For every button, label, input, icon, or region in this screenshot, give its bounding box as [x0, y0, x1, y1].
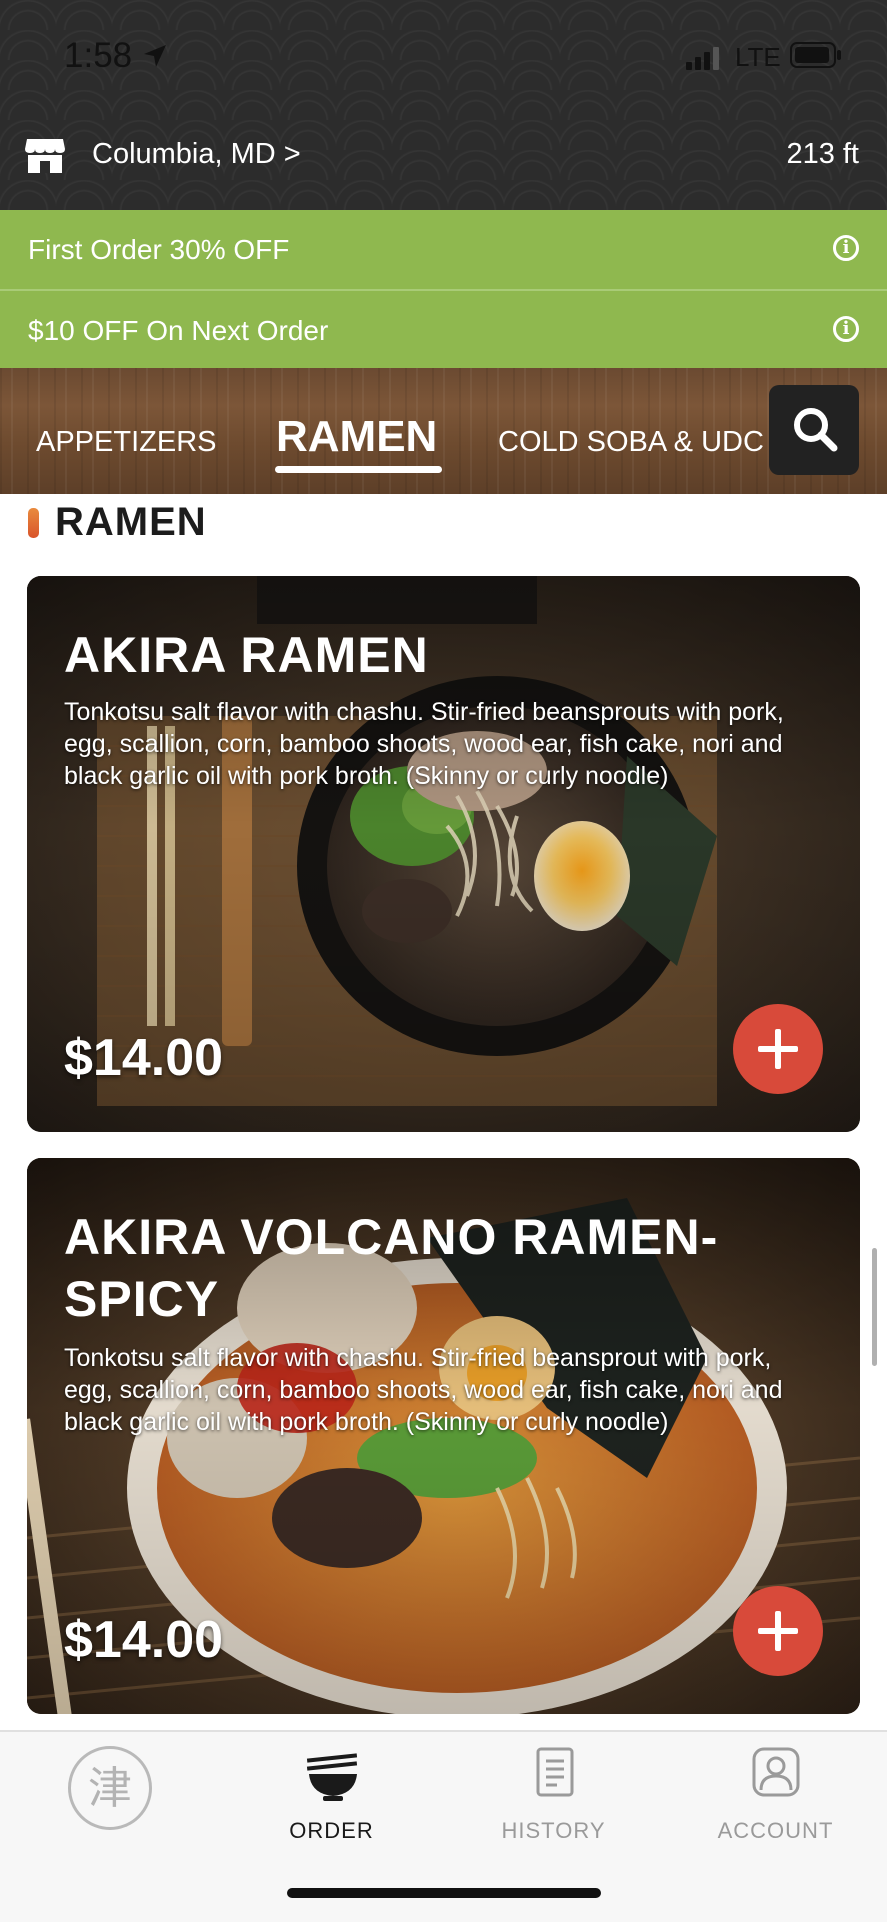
item-description: Tonkotsu salt flavor with chashu. Stir-f… — [64, 1344, 783, 1436]
nav-home[interactable]: 津 — [0, 1732, 221, 1852]
person-icon — [752, 1747, 800, 1797]
section-title: RAMEN — [55, 500, 207, 544]
promo-next-order[interactable]: $10 OFF On Next Order i — [0, 289, 887, 370]
scroll-indicator — [872, 1248, 877, 1366]
add-to-cart-button[interactable] — [733, 1586, 823, 1676]
location-row[interactable]: Columbia, MD > 213 ft — [0, 128, 887, 188]
add-to-cart-button[interactable] — [733, 1004, 823, 1094]
nav-label-account: ACCOUNT — [717, 1818, 834, 1843]
info-icon[interactable]: i — [833, 235, 859, 261]
svg-text:津: 津 — [88, 1763, 132, 1814]
nav-history[interactable]: HISTORY — [443, 1732, 664, 1852]
nav-account[interactable]: ACCOUNT — [665, 1732, 886, 1852]
item-price: $14.00 — [64, 1611, 224, 1669]
section-marker — [28, 508, 39, 538]
tab-cold-soba-udon[interactable]: COLD SOBA & UDC — [498, 426, 763, 459]
item-price: $14.00 — [64, 1029, 224, 1087]
search-button[interactable] — [769, 385, 859, 475]
distance-label: 213 ft — [786, 138, 859, 170]
location-label[interactable]: Columbia, MD > — [92, 138, 301, 171]
promo-text: $10 OFF On Next Order — [28, 315, 329, 346]
category-tabs: APPETIZERS RAMEN COLD SOBA & UDC — [0, 368, 887, 494]
ramen-bowl-icon — [306, 1753, 358, 1801]
active-tab-indicator — [275, 466, 442, 473]
store-icon — [25, 139, 65, 173]
header: 1:58 LTE Columbia, MD > 213 ft — [0, 0, 887, 210]
item-description: Tonkotsu salt flavor with chashu. Stir-f… — [64, 698, 784, 790]
location-arrow-icon — [144, 45, 166, 67]
status-bar: 1:58 LTE — [0, 0, 887, 110]
home-indicator[interactable] — [287, 1888, 601, 1898]
item-title: AKIRA VOLCANO RAMEN-SPICY — [64, 1209, 719, 1327]
item-title: AKIRA RAMEN — [64, 627, 429, 683]
promo-first-order[interactable]: First Order 30% OFF i — [0, 210, 887, 289]
nav-order[interactable]: ORDER — [221, 1732, 442, 1852]
tab-ramen[interactable]: RAMEN — [276, 412, 437, 462]
search-icon — [794, 408, 838, 452]
nav-label-order: ORDER — [289, 1818, 374, 1843]
signal-icon — [686, 47, 719, 70]
info-icon[interactable]: i — [833, 316, 859, 342]
logo-icon: 津 — [68, 1746, 152, 1830]
battery-icon — [790, 42, 841, 68]
receipt-icon — [536, 1747, 574, 1797]
tab-appetizers[interactable]: APPETIZERS — [36, 426, 217, 459]
status-time: 1:58 — [64, 36, 133, 75]
carrier-label: LTE — [735, 42, 781, 72]
menu-item-card[interactable]: AKIRA VOLCANO RAMEN-SPICY Tonkotsu salt … — [27, 1158, 860, 1714]
menu-item-card[interactable]: AKIRA RAMEN Tonkotsu salt flavor with ch… — [27, 576, 860, 1132]
nav-label-history: HISTORY — [501, 1818, 606, 1843]
promo-text: First Order 30% OFF — [28, 234, 290, 265]
